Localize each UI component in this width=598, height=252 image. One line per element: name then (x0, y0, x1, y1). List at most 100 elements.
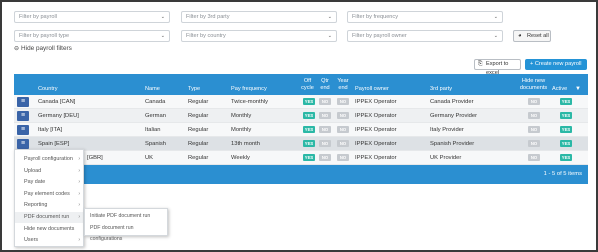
context-menu-item[interactable]: Reporting › (15, 200, 83, 211)
badge-active: YES (560, 112, 572, 119)
chevron-down-icon: ⌄ (160, 33, 165, 39)
cell-frequency: Weekly (231, 155, 250, 161)
cell-type: Regular (188, 141, 209, 147)
badge-hide-new-docs: NO (528, 112, 540, 119)
col-type[interactable]: Type (188, 74, 200, 95)
payroll-filter[interactable]: Filter by payroll ⌄ (14, 11, 170, 23)
badge-qtr-end: NO (319, 112, 331, 119)
cell-name: Italian (145, 127, 161, 133)
reset-all-label: Reset all (527, 33, 549, 39)
cell-owner: IPPEX Operator (355, 99, 397, 105)
chevron-down-icon: ⌄ (493, 14, 498, 20)
cell-name: German (145, 113, 166, 119)
col-name[interactable]: Name (145, 74, 160, 95)
cell-country: [GBR] (87, 155, 103, 161)
context-menu-item[interactable]: Users › (15, 235, 83, 246)
create-payroll-label: + Create new payroll (530, 61, 582, 67)
col-hide-new-docs[interactable]: Hide new documents (517, 74, 550, 95)
payroll-table: Country Name Type Pay frequency Off cycl… (14, 74, 588, 184)
table-body: ≡ Canada [CAN] Canada Regular Twice-monthly I… (14, 95, 588, 165)
table-row[interactable]: ≡ Canada [CAN] Canada Regular Twice-monthly I… (14, 95, 588, 109)
context-menu-item-label: Upload (24, 167, 42, 174)
badge-off-cycle: YES (303, 98, 315, 105)
payroll-type-filter[interactable]: Filter by payroll type ⌄ (14, 30, 170, 42)
cell-country: Canada [CAN] (38, 99, 76, 105)
table-footer: 1 - 5 of 5 items (14, 165, 588, 184)
chevron-right-icon: › (78, 237, 80, 244)
cell-frequency: Twice-monthly (231, 99, 269, 105)
context-menu-item[interactable]: PDF document run › (15, 212, 83, 223)
context-menu-item[interactable]: Pay date › (15, 177, 83, 188)
context-menu-item[interactable]: Upload › (15, 166, 83, 177)
badge-off-cycle: YES (303, 140, 315, 147)
country-filter[interactable]: Filter by country ⌄ (181, 30, 337, 42)
col-off-cycle[interactable]: Off cycle (299, 74, 316, 95)
context-menu-item-label: Hide new documents (24, 225, 75, 232)
chevron-right-icon: › (78, 214, 80, 220)
col-active[interactable]: Active (552, 74, 567, 95)
cell-type: Regular (188, 127, 209, 133)
cell-name: Spanish (145, 141, 166, 147)
export-excel-button[interactable]: ⎘ Export to excel (474, 59, 521, 76)
cell-third-party: Italy Provider (430, 127, 464, 133)
chevron-right-icon: › (78, 156, 80, 162)
context-menu-item-label: Pay element codes (24, 190, 70, 197)
minus-circle-icon: ⊖ (14, 46, 20, 52)
frequency-filter-placeholder: Filter by frequency (352, 14, 399, 20)
context-menu-item-label: Users (24, 237, 39, 244)
badge-active: YES (560, 154, 572, 161)
cell-third-party: UK Provider (430, 155, 462, 161)
chevron-down-icon: ⌄ (160, 14, 165, 20)
hide-filters-toggle[interactable]: ⊖ Hide payroll filters (14, 45, 72, 52)
cell-third-party: Germany Provider (430, 113, 478, 119)
badge-off-cycle: YES (303, 126, 315, 133)
context-menu-item[interactable]: Hide new documents (15, 224, 83, 235)
pagination-info: 1 - 5 of 5 items (543, 171, 582, 177)
chevron-right-icon: › (78, 190, 80, 197)
cell-third-party: Spanish Provider (430, 141, 475, 147)
submenu-item[interactable]: PDF document run configurations (85, 223, 167, 242)
payroll-type-filter-placeholder: Filter by payroll type (19, 33, 70, 39)
col-owner[interactable]: Payroll owner (355, 74, 389, 95)
export-icon: ⎘ (478, 61, 483, 67)
table-row[interactable]: ≡ Spain [ESP] Spanish Regular 13th month IPPE… (14, 137, 588, 151)
col-qtr-end[interactable]: Qtr end (317, 74, 333, 95)
cell-type: Regular (188, 155, 209, 161)
badge-qtr-end: NO (319, 98, 331, 105)
col-year-end[interactable]: Year end (335, 74, 351, 95)
cell-third-party: Canada Provider (430, 99, 474, 105)
row-menu-button[interactable]: ≡ (17, 139, 29, 149)
cell-frequency: Monthly (231, 127, 252, 133)
row-menu-button[interactable]: ≡ (17, 111, 29, 121)
eraser-icon: ◕ (518, 33, 522, 39)
cell-owner: IPPEX Operator (355, 155, 397, 161)
table-row[interactable]: ≡ Italy [ITA] Italian Regular Monthly IPPEX O… (14, 123, 588, 137)
context-menu-item-label: Payroll configuration (24, 156, 73, 162)
filter-icon[interactable]: ▼ (575, 74, 581, 95)
col-third-party[interactable]: 3rd party (430, 74, 452, 95)
chevron-right-icon: › (78, 167, 80, 174)
submenu-item[interactable]: Initiate PDF document run (85, 211, 167, 222)
row-menu-button[interactable]: ≡ (17, 97, 29, 107)
payroll-owner-filter[interactable]: Filter by payroll owner ⌄ (347, 30, 503, 42)
row-menu-button[interactable]: ≡ (17, 125, 29, 135)
badge-year-end: NO (337, 126, 349, 133)
context-menu-item[interactable]: Pay element codes › (15, 189, 83, 200)
badge-year-end: NO (337, 98, 349, 105)
table-row[interactable]: ≡[GBR]UKRegularWeeklyIPPEX OperatorUK Pr… (14, 151, 588, 165)
context-menu-item[interactable]: Payroll configuration › (15, 154, 83, 165)
col-frequency[interactable]: Pay frequency (231, 74, 267, 95)
create-payroll-button[interactable]: + Create new payroll (525, 59, 587, 70)
badge-qtr-end: NO (319, 126, 331, 133)
reset-all-button[interactable]: ◕ Reset all (513, 30, 551, 42)
cell-type: Regular (188, 113, 209, 119)
cell-country: Germany [DEU] (38, 113, 79, 119)
table-row[interactable]: ≡ Germany [DEU] German Regular Monthly IPPEX … (14, 109, 588, 123)
row-context-menu: Payroll configuration › Upload › Pay date › Pa… (14, 149, 84, 247)
chevron-down-icon: ⌄ (327, 14, 332, 20)
frequency-filter[interactable]: Filter by frequency ⌄ (347, 11, 503, 23)
cell-owner: IPPEX Operator (355, 113, 397, 119)
third-party-filter[interactable]: Filter by 3rd party ⌄ (181, 11, 337, 23)
col-country[interactable]: Country (38, 74, 58, 95)
hide-filters-label: Hide payroll filters (21, 45, 72, 52)
